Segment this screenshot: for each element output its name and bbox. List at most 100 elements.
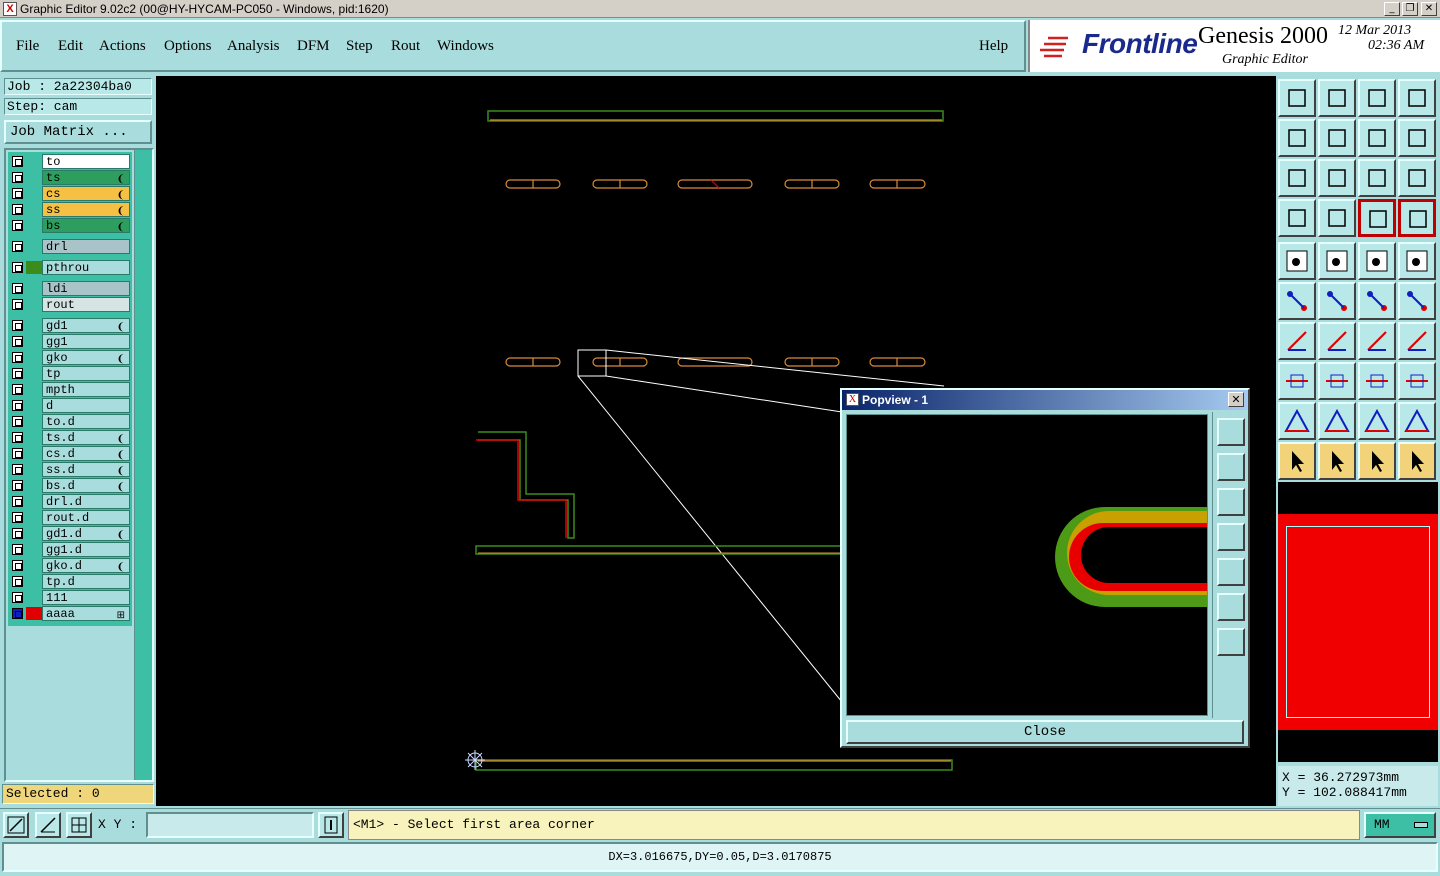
- segment-button[interactable]: [1318, 362, 1356, 400]
- layout-button[interactable]: [1398, 79, 1436, 117]
- layer-row-tp[interactable]: tp: [10, 366, 130, 381]
- layer-name[interactable]: ss ❨: [42, 202, 130, 217]
- pan-left-button[interactable]: [1278, 119, 1316, 157]
- save-button[interactable]: [1318, 79, 1356, 117]
- layer-row-drl-d[interactable]: drl.d: [10, 494, 130, 509]
- layer-row-aaaa[interactable]: aaaa ⊞: [10, 606, 130, 621]
- triangle2-button[interactable]: [1318, 402, 1356, 440]
- maximize-button[interactable]: ❐: [1402, 2, 1418, 16]
- layer-name[interactable]: tp: [42, 366, 130, 381]
- layer-row-bs-d[interactable]: bs.d ❨: [10, 478, 130, 493]
- layer-row-gd1[interactable]: gd1 ❨: [10, 318, 130, 333]
- layer-row-pthrou[interactable]: pthrou: [10, 260, 130, 275]
- layer-checkbox[interactable]: [12, 204, 23, 215]
- popview-canvas[interactable]: [846, 414, 1237, 716]
- layer-checkbox[interactable]: [12, 432, 23, 443]
- layer-row-to-d[interactable]: to.d: [10, 414, 130, 429]
- layer-row-gd1-d[interactable]: gd1.d ❨: [10, 526, 130, 541]
- select-circle-button[interactable]: [1358, 442, 1396, 480]
- popview-tool-1[interactable]: [1217, 418, 1245, 446]
- select-button[interactable]: [1278, 442, 1316, 480]
- minimize-button[interactable]: _: [1384, 2, 1400, 16]
- layer-checkbox[interactable]: [12, 384, 23, 395]
- layer-color-swatch[interactable]: [26, 607, 42, 620]
- layer-checkbox[interactable]: [12, 262, 23, 273]
- layer-name[interactable]: bs.d ❨: [42, 478, 130, 493]
- menu-edit[interactable]: Edit: [58, 38, 83, 55]
- help-button[interactable]: [1398, 159, 1436, 197]
- popview-tool-pan-up[interactable]: [1217, 453, 1245, 481]
- layer-checkbox[interactable]: [12, 320, 23, 331]
- layer-row-gko[interactable]: gko ❨: [10, 350, 130, 365]
- dimension-button[interactable]: [1358, 362, 1396, 400]
- line-button[interactable]: [1318, 322, 1356, 360]
- layer-list-scrollbar[interactable]: [134, 150, 152, 780]
- layer-name[interactable]: gd1 ❨: [42, 318, 130, 333]
- layer-checkbox[interactable]: [12, 576, 23, 587]
- layer-name[interactable]: gg1.d: [42, 542, 130, 557]
- menu-file[interactable]: File: [16, 38, 39, 55]
- home-button[interactable]: [1358, 79, 1396, 117]
- layer-checkbox[interactable]: [12, 220, 23, 231]
- popview-tool-pan-down[interactable]: [1217, 488, 1245, 516]
- layer-name[interactable]: cs.d ❨: [42, 446, 130, 461]
- layer-checkbox[interactable]: [12, 544, 23, 555]
- measure-button[interactable]: [1278, 199, 1316, 237]
- popview-close-button[interactable]: Close: [846, 720, 1244, 744]
- group-button[interactable]: [1398, 362, 1436, 400]
- layer-name[interactable]: ss.d ❨: [42, 462, 130, 477]
- job-matrix-button[interactable]: Job Matrix ...: [4, 120, 152, 144]
- layer-name[interactable]: drl.d: [42, 494, 130, 509]
- layer-checkbox[interactable]: [12, 368, 23, 379]
- layer-checkbox[interactable]: [12, 172, 23, 183]
- layer-name[interactable]: ldi: [42, 281, 130, 296]
- layer-row-ss-d[interactable]: ss.d ❨: [10, 462, 130, 477]
- layer-checkbox[interactable]: [12, 608, 23, 619]
- layer-row-drl[interactable]: drl: [10, 239, 130, 254]
- layer-checkbox[interactable]: [12, 352, 23, 363]
- zoom-center-button[interactable]: [1318, 159, 1356, 197]
- triangle3-button[interactable]: [1358, 402, 1396, 440]
- menu-actions[interactable]: Actions: [99, 38, 146, 55]
- layer-row-gg1[interactable]: gg1: [10, 334, 130, 349]
- layer-checkbox[interactable]: [12, 188, 23, 199]
- layer-row-mpth[interactable]: mpth: [10, 382, 130, 397]
- layer-name[interactable]: 111: [42, 590, 130, 605]
- menu-dfm[interactable]: DFM: [297, 38, 330, 55]
- pan-right-button[interactable]: [1318, 119, 1356, 157]
- layer-row-ldi[interactable]: ldi: [10, 281, 130, 296]
- layer-checkbox[interactable]: [12, 496, 23, 507]
- layer-red-button[interactable]: [1358, 199, 1396, 237]
- layer-name[interactable]: d: [42, 398, 130, 413]
- layer-name[interactable]: rout.d: [42, 510, 130, 525]
- layer-checkbox[interactable]: [12, 464, 23, 475]
- undo-button[interactable]: [1358, 119, 1396, 157]
- layer-row-111[interactable]: 111: [10, 590, 130, 605]
- popview-window[interactable]: Popview - 1 X ✕ Close: [840, 388, 1250, 748]
- menu-step[interactable]: Step: [346, 38, 373, 55]
- layer-row-bs[interactable]: bs ❨: [10, 218, 130, 233]
- layer-row-cs[interactable]: cs ❨: [10, 186, 130, 201]
- layer-row-ts-d[interactable]: ts.d ❨: [10, 430, 130, 445]
- menu-windows[interactable]: Windows: [437, 38, 494, 55]
- layer-checkbox[interactable]: [12, 512, 23, 523]
- select-box-button[interactable]: [1318, 442, 1356, 480]
- layer-checkbox[interactable]: [12, 241, 23, 252]
- route-button[interactable]: [1398, 442, 1436, 480]
- layer-row-gg1-d[interactable]: gg1.d: [10, 542, 130, 557]
- polygon-button[interactable]: [1318, 242, 1356, 280]
- layer-checkbox[interactable]: [12, 592, 23, 603]
- layer-name[interactable]: mpth: [42, 382, 130, 397]
- line-dot-button[interactable]: [1358, 282, 1396, 320]
- triangle4-button[interactable]: [1398, 402, 1436, 440]
- open-job-button[interactable]: [1278, 79, 1316, 117]
- layer-checkbox[interactable]: [12, 283, 23, 294]
- layer-name[interactable]: gd1.d ❨: [42, 526, 130, 541]
- layer-name[interactable]: pthrou: [42, 260, 130, 275]
- popview-tool-zoom-fit[interactable]: [1217, 593, 1245, 621]
- nodes-button[interactable]: [1278, 282, 1316, 320]
- filled-circle-button[interactable]: [1398, 242, 1436, 280]
- layer-name[interactable]: to.d: [42, 414, 130, 429]
- layer-row-ts[interactable]: ts ❨: [10, 170, 130, 185]
- menu-help[interactable]: Help: [979, 38, 1008, 55]
